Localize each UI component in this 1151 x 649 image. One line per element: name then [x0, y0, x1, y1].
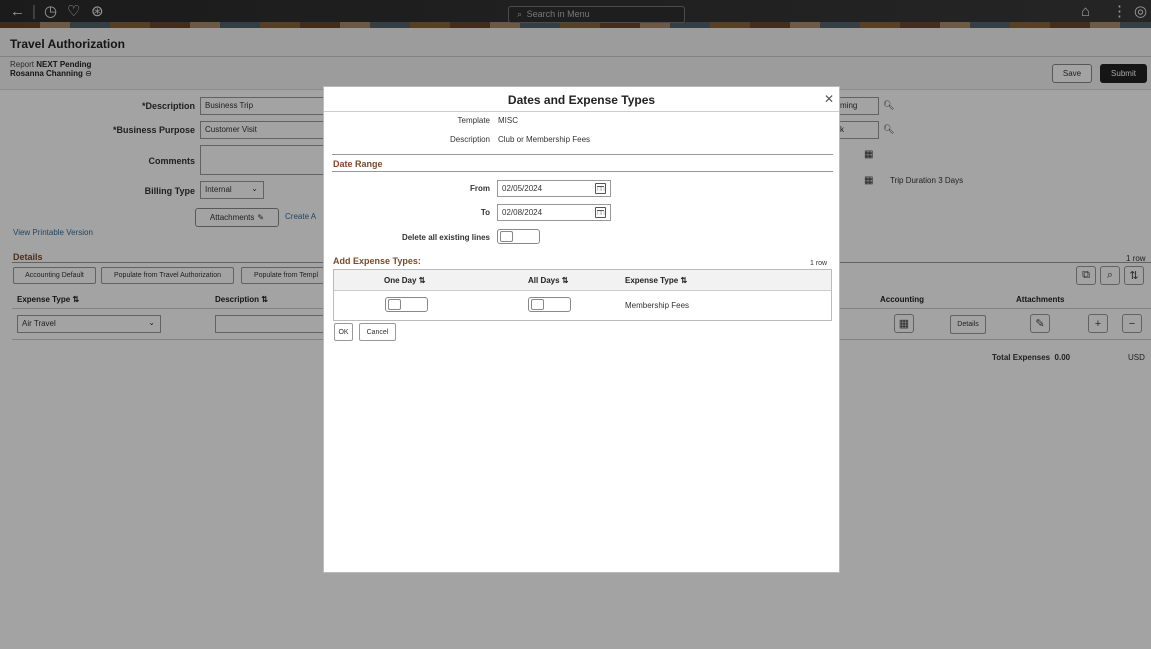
expense-types-grid: One Day ⇅ All Days ⇅ Expense Type ⇅ Memb… — [333, 269, 832, 321]
ok-button[interactable]: OK — [334, 323, 353, 341]
to-date-field[interactable]: 02/08/2024 — [497, 204, 611, 221]
row-count: 1 row — [810, 260, 828, 267]
date-range-title: Date Range — [333, 159, 383, 169]
divider — [324, 111, 839, 112]
col-expense-type[interactable]: Expense Type ⇅ — [625, 276, 687, 285]
description-label: Description — [449, 135, 490, 144]
toggle-knob — [500, 231, 513, 242]
one-day-toggle[interactable] — [385, 297, 428, 312]
col-all-days[interactable]: All Days ⇅ — [528, 276, 569, 285]
dates-expense-types-dialog: Dates and Expense Types ✕ Template MISC … — [323, 86, 840, 573]
to-label: To — [480, 208, 490, 217]
description-value: Club or Membership Fees — [498, 135, 591, 144]
template-value: MISC — [498, 116, 518, 125]
from-label: From — [470, 184, 490, 193]
calendar-icon[interactable] — [595, 207, 606, 218]
grid-header: One Day ⇅ All Days ⇅ Expense Type ⇅ — [334, 270, 831, 291]
from-date-field[interactable]: 02/05/2024 — [497, 180, 611, 197]
divider — [332, 154, 833, 155]
delete-lines-toggle[interactable] — [497, 229, 540, 244]
add-expense-types-title: Add Expense Types: — [333, 256, 421, 266]
expense-type-cell: Membership Fees — [625, 301, 690, 310]
toggle-knob — [388, 299, 401, 310]
delete-lines-label: Delete all existing lines — [401, 233, 490, 242]
template-label: Template — [457, 116, 490, 125]
col-one-day[interactable]: One Day ⇅ — [384, 276, 425, 285]
divider — [332, 171, 833, 172]
calendar-icon[interactable] — [595, 183, 606, 194]
toggle-knob — [531, 299, 544, 310]
all-days-toggle[interactable] — [528, 297, 571, 312]
cancel-button[interactable]: Cancel — [359, 323, 396, 341]
close-icon[interactable]: ✕ — [824, 92, 834, 106]
dialog-title: Dates and Expense Types — [507, 93, 656, 107]
